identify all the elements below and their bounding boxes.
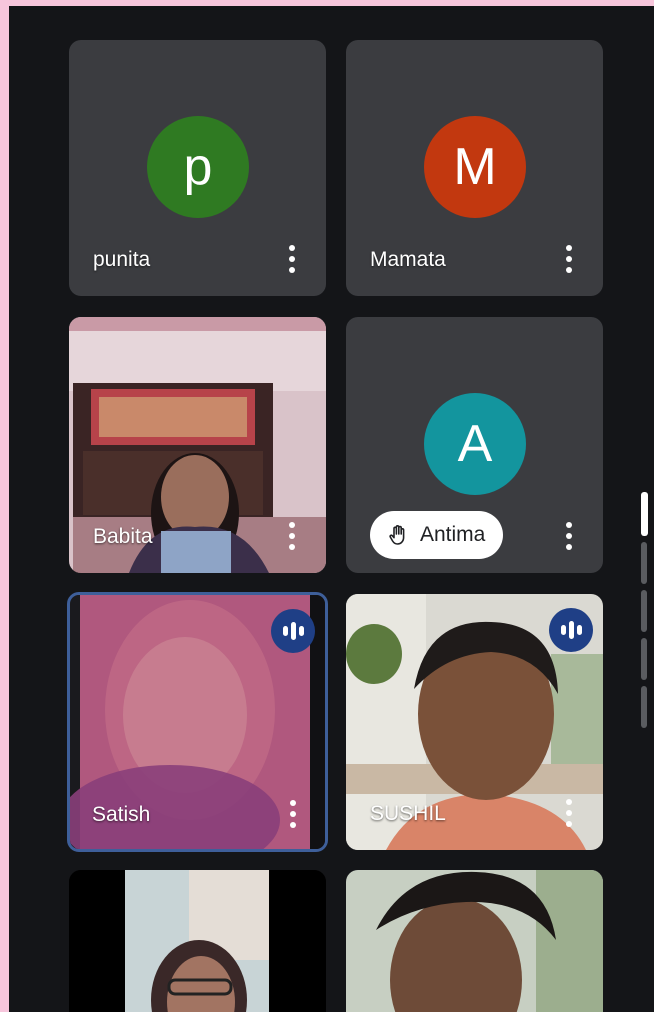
participant-name: Satish bbox=[92, 803, 151, 826]
participant-tile-7[interactable] bbox=[69, 870, 326, 1012]
avatar: A bbox=[424, 393, 526, 495]
raised-hand-badge: Antima bbox=[370, 511, 504, 559]
participant-tile-babita[interactable]: Babita bbox=[69, 317, 326, 573]
scroll-track bbox=[641, 686, 647, 728]
scroll-track bbox=[641, 542, 647, 584]
more-vert-icon[interactable] bbox=[561, 796, 577, 830]
scroll-track bbox=[641, 638, 647, 680]
video-feed bbox=[346, 870, 603, 1012]
participant-tile-8[interactable] bbox=[346, 870, 603, 1012]
scroll-thumb[interactable] bbox=[641, 492, 648, 536]
more-vert-icon[interactable] bbox=[561, 242, 577, 276]
audio-level-icon bbox=[271, 609, 315, 653]
participant-tile-sushil[interactable]: SUSHIL bbox=[346, 594, 603, 850]
participant-name: Babita bbox=[93, 525, 153, 548]
avatar: M bbox=[424, 116, 526, 218]
participant-name: punita bbox=[93, 248, 151, 271]
participant-name: SUSHIL bbox=[370, 802, 446, 825]
more-vert-icon[interactable] bbox=[284, 242, 300, 276]
scroll-track bbox=[641, 590, 647, 632]
video-feed bbox=[69, 870, 326, 1012]
more-vert-icon[interactable] bbox=[285, 797, 301, 831]
participant-tile-mamata[interactable]: M Mamata bbox=[346, 40, 603, 296]
more-vert-icon[interactable] bbox=[284, 519, 300, 553]
more-vert-icon[interactable] bbox=[561, 519, 577, 553]
participant-name: Antima bbox=[420, 523, 486, 546]
participant-name: Mamata bbox=[370, 248, 446, 271]
avatar: p bbox=[147, 116, 249, 218]
raised-hand-icon bbox=[389, 525, 405, 545]
audio-level-icon bbox=[549, 608, 593, 652]
meeting-grid: p punita M Mamata Babita A Antima Satish… bbox=[9, 6, 654, 1012]
participant-tile-punita[interactable]: p punita bbox=[69, 40, 326, 296]
participant-tile-antima[interactable]: A Antima bbox=[346, 317, 603, 573]
participant-tile-satish[interactable]: Satish bbox=[67, 592, 328, 852]
